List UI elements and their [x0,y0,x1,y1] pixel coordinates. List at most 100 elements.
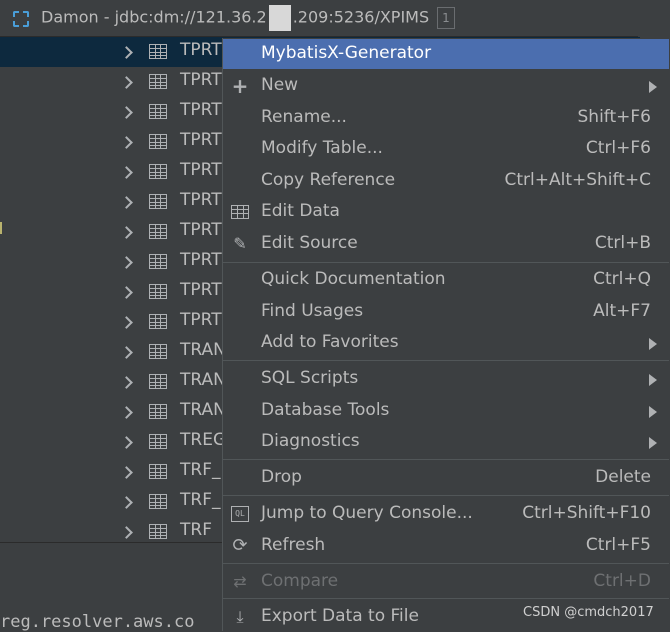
table-name: TPRT [180,220,222,240]
table-name: TPRT [180,130,222,150]
menu-separator [223,563,669,564]
chevron-right-icon[interactable] [120,435,134,449]
menu-item-shortcut: Shift+F6 [577,107,651,127]
chevron-right-icon[interactable] [120,375,134,389]
chevron-right-icon[interactable] [120,165,134,179]
chevron-right-icon[interactable] [120,315,134,329]
menu-item-rename[interactable]: Rename... Shift+F6 [223,103,669,133]
connection-titlebar: Damon - jdbc:dm://121.36.2 .209:5236/XPIM… [0,0,638,37]
table-name: TPRT [180,250,222,270]
chevron-right-icon[interactable] [120,75,134,89]
menu-item-drop[interactable]: Drop Delete [223,463,669,493]
connection-title-prefix: Damon - jdbc:dm://121.36.2 [41,7,267,27]
submenu-arrow-icon [649,406,657,418]
table-icon [149,164,167,179]
watermark: CSDN @cmdch2017 [523,605,654,620]
menu-item-label: Add to Favorites [261,332,399,352]
menu-item-label: Compare [261,571,339,591]
menu-separator [223,360,669,361]
menu-item-label: Edit Data [261,201,340,221]
menu-item-shortcut: Delete [595,467,651,487]
menu-item-shortcut: Ctrl+Shift+F10 [522,503,651,523]
table-icon [149,374,167,389]
menu-item-compare[interactable]: ⇄ Compare Ctrl+D [223,567,669,597]
table-name: TPRT [180,70,222,90]
menu-item-label: Drop [261,467,302,487]
menu-item-jump-to-query-console[interactable]: QL Jump to Query Console... Ctrl+Shift+F… [223,499,669,529]
menu-item-find-usages[interactable]: Find Usages Alt+F7 [223,297,669,327]
menu-item-label: Export Data to File [261,606,419,626]
menu-separator [223,598,669,599]
submenu-arrow-icon [649,437,657,449]
table-icon [149,284,167,299]
pencil-icon: ✎ [233,234,247,253]
menu-item-database-tools[interactable]: Database Tools [223,396,669,426]
menu-item-modify-table[interactable]: Modify Table... Ctrl+F6 [223,134,669,164]
menu-item-diagnostics[interactable]: Diagnostics [223,427,669,457]
menu-item-refresh[interactable]: ⟳ Refresh Ctrl+F5 [223,531,669,561]
chevron-right-icon[interactable] [120,465,134,479]
table-icon [149,74,167,89]
chevron-right-icon[interactable] [120,45,134,59]
menu-item-label: Diagnostics [261,431,360,451]
chevron-right-icon[interactable] [120,405,134,419]
table-name: TREG [180,430,227,450]
menu-item-edit-source[interactable]: ✎ Edit Source Ctrl+B [223,229,669,259]
connection-title-suffix: .209:5236/XPIMS [292,7,430,27]
chevron-right-icon[interactable] [120,525,134,539]
query-console-icon: QL [231,506,249,522]
table-icon [149,314,167,329]
table-icon [149,224,167,239]
menu-item-mybatisx-generator[interactable]: MybatisX-Generator [223,39,669,69]
database-icon [11,9,29,27]
table-icon [149,464,167,479]
refresh-icon: ⟳ [232,535,248,556]
connection-count-badge: 1 [437,7,455,29]
connection-title[interactable]: Damon - jdbc:dm://121.36.2 .209:5236/XPIM… [41,5,429,31]
menu-item-label: Quick Documentation [261,269,446,289]
submenu-arrow-icon [649,374,657,386]
table-name: TPRT [180,310,222,330]
menu-item-shortcut: Ctrl+B [594,233,651,253]
menu-item-label: SQL Scripts [261,368,359,388]
chevron-right-icon[interactable] [120,105,134,119]
table-icon [149,434,167,449]
menu-item-add-to-favorites[interactable]: Add to Favorites [223,328,669,358]
menu-item-label: MybatisX-Generator [261,43,432,63]
plus-icon: + [231,74,249,98]
table-icon [149,254,167,269]
table-icon [149,404,167,419]
menu-item-new[interactable]: + New [223,71,669,101]
chevron-right-icon[interactable] [120,225,134,239]
chevron-right-icon[interactable] [120,495,134,509]
chevron-right-icon[interactable] [120,345,134,359]
table-name: TPRT [180,190,222,210]
context-menu: MybatisX-Generator + New Rename... Shift… [222,38,670,631]
chevron-right-icon[interactable] [120,135,134,149]
menu-item-label: Modify Table... [261,138,383,158]
chevron-right-icon[interactable] [120,255,134,269]
menu-item-shortcut: Alt+F7 [593,301,651,321]
menu-item-edit-data[interactable]: Edit Data [223,197,669,227]
table-name: TPRT [180,100,222,120]
menu-item-label: Rename... [261,107,347,127]
menu-item-label: New [261,75,299,95]
menu-item-shortcut: Ctrl+Q [593,269,651,289]
download-icon: ⤓ [236,607,244,626]
menu-item-shortcut: Ctrl+D [593,571,651,591]
table-name: TRAN [180,340,226,360]
table-icon [149,524,167,539]
redaction-block [268,5,291,31]
menu-item-shortcut: Ctrl+F6 [585,138,651,158]
table-name: TRF [180,520,212,540]
chevron-right-icon[interactable] [120,285,134,299]
table-icon [149,104,167,119]
compare-arrows-icon: ⇄ [233,572,247,591]
table-icon [149,494,167,509]
table-icon [149,134,167,149]
table-icon [149,194,167,209]
menu-item-sql-scripts[interactable]: SQL Scripts [223,364,669,394]
menu-item-copy-reference[interactable]: Copy Reference Ctrl+Alt+Shift+C [223,166,669,196]
menu-item-quick-documentation[interactable]: Quick Documentation Ctrl+Q [223,265,669,295]
chevron-right-icon[interactable] [120,195,134,209]
